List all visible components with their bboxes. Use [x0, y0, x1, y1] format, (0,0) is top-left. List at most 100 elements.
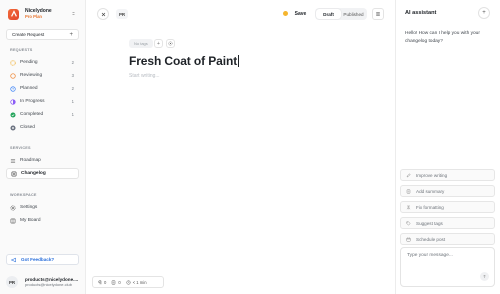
request-count: 1	[71, 99, 74, 104]
ai-panel-title: AI assistant	[405, 10, 437, 16]
reading-time-value: < 1 min	[132, 279, 147, 285]
post-title[interactable]: Fresh Coat of Paint	[129, 54, 239, 68]
create-request-label: Create Request	[12, 32, 45, 37]
arrow-up-icon	[483, 274, 486, 278]
user-menu[interactable]: PR products@nicelydone.... products@nice…	[6, 273, 81, 291]
document-icon	[112, 280, 116, 284]
sidebar-item-in-progress[interactable]: In Progress 1	[6, 96, 79, 107]
post-title-text: Fresh Coat of Paint	[129, 54, 238, 68]
quick-action-label: Suggest tags	[416, 220, 443, 226]
quick-action-label: Fix formatting	[416, 204, 444, 210]
publish-state-toggle: Draft Published	[315, 8, 367, 20]
megaphone-icon	[11, 257, 16, 262]
create-request-button[interactable]: Create Request +	[6, 29, 79, 40]
text-caret	[238, 55, 239, 67]
reviewing-circle-icon	[10, 72, 16, 79]
sidebar-item-label: Changelog	[21, 171, 46, 176]
word-count: 0	[111, 279, 121, 285]
sidebar-item-label: Closed	[20, 125, 35, 130]
sidebar-item-reviewing[interactable]: Reviewing 3	[6, 70, 79, 81]
suggest-tags-button[interactable]: Suggest tags	[400, 217, 495, 229]
post-body-editor[interactable]: Start writing...	[129, 73, 160, 79]
author-avatar[interactable]: PR	[116, 9, 128, 19]
plus-icon: +	[157, 40, 160, 47]
ai-message-input[interactable]	[407, 253, 487, 258]
sidebar-item-roadmap[interactable]: Roadmap	[6, 155, 79, 166]
tags-field[interactable]: No tags	[129, 39, 153, 48]
quick-action-label: Improve writing	[416, 172, 448, 178]
draft-tab[interactable]: Draft	[316, 9, 341, 19]
board-icon	[10, 218, 16, 224]
closed-x-icon	[10, 124, 16, 131]
workspace-section-label: WORKSPACE	[10, 193, 37, 197]
workspace-logo-icon	[8, 8, 19, 20]
sidebar-item-label: In Progress	[20, 99, 45, 104]
workspace-name: Nicelydone	[25, 7, 52, 14]
sidebar-item-pending[interactable]: Pending 2	[6, 57, 79, 68]
fix-formatting-button[interactable]: Fix formatting	[400, 201, 495, 213]
improve-writing-button[interactable]: Improve writing	[400, 169, 495, 181]
feedback-button[interactable]: Got Feedback?	[6, 254, 79, 265]
document-icon	[406, 189, 411, 193]
sidebar-item-planned[interactable]: Planned 2	[6, 83, 79, 94]
sidebar-item-label: My Board	[20, 218, 41, 223]
menu-icon	[376, 12, 380, 16]
gear-icon	[10, 205, 16, 211]
settings-icon	[168, 41, 173, 46]
text-format-icon	[406, 205, 411, 209]
reading-time: < 1 min	[126, 280, 147, 285]
add-summary-button[interactable]: Add summary	[400, 185, 495, 197]
menu-button[interactable]	[372, 8, 384, 20]
sidebar: Nicelydone Pro Plan Create Request + REQ…	[0, 0, 86, 294]
sidebar-item-settings[interactable]: Settings	[6, 202, 79, 213]
sidebar-item-closed[interactable]: Closed	[6, 122, 79, 133]
new-chat-button[interactable]: +	[478, 7, 490, 19]
sidebar-item-completed[interactable]: Completed 1	[6, 109, 79, 120]
in-progress-icon	[10, 98, 16, 105]
sidebar-item-my-board[interactable]: My Board	[6, 215, 79, 226]
quick-action-label: Schedule post	[416, 236, 446, 242]
sidebar-item-label: Reviewing	[20, 73, 43, 78]
add-tag-button[interactable]: +	[154, 39, 163, 48]
request-count: 3	[71, 73, 74, 78]
sidebar-item-label: Pending	[20, 60, 38, 65]
tag-icon	[406, 221, 411, 226]
calendar-icon	[406, 237, 411, 241]
close-button[interactable]	[97, 8, 109, 20]
request-count: 2	[71, 86, 74, 91]
ai-message-box	[400, 247, 495, 287]
document-stats-bar: 0 0 < 1 min	[92, 276, 164, 288]
feedback-label: Got Feedback?	[21, 257, 55, 262]
services-section-label: SERVICES	[10, 146, 31, 150]
ai-assistant-panel: AI assistant + Hello! How can I help you…	[395, 0, 500, 294]
unsaved-status-dot	[283, 11, 288, 16]
close-icon	[101, 12, 105, 16]
requests-section-label: REQUESTS	[10, 48, 33, 52]
save-button[interactable]: Save	[291, 8, 310, 20]
sidebar-item-changelog[interactable]: Changelog	[6, 168, 79, 179]
paragraph-count: 0	[97, 280, 106, 285]
word-count-value: 0	[118, 279, 121, 285]
workspace-switcher[interactable]: Nicelydone Pro Plan	[8, 6, 80, 22]
quick-action-label: Add summary	[416, 188, 445, 194]
plus-icon: +	[69, 31, 73, 38]
avatar: PR	[6, 276, 18, 288]
schedule-post-button[interactable]: Schedule post	[400, 233, 495, 245]
pending-circle-icon	[10, 59, 16, 66]
planned-clock-icon	[10, 85, 16, 92]
pencil-icon	[406, 172, 411, 177]
changelog-icon	[11, 171, 17, 177]
request-count: 2	[71, 60, 74, 65]
send-button[interactable]	[480, 272, 489, 281]
published-tab[interactable]: Published	[341, 9, 366, 19]
workspace-plan: Pro Plan	[25, 14, 42, 20]
paragraph-count-value: 0	[104, 279, 107, 285]
clock-icon	[126, 279, 131, 285]
sidebar-item-label: Completed	[20, 112, 44, 117]
paragraph-icon	[98, 280, 102, 284]
post-settings-button[interactable]	[166, 39, 175, 48]
completed-check-icon	[10, 111, 16, 118]
ai-greeting-message: Hello! How can I help you with your chan…	[405, 31, 480, 45]
sidebar-item-label: Planned	[20, 86, 38, 91]
sidebar-item-label: Roadmap	[20, 158, 41, 163]
